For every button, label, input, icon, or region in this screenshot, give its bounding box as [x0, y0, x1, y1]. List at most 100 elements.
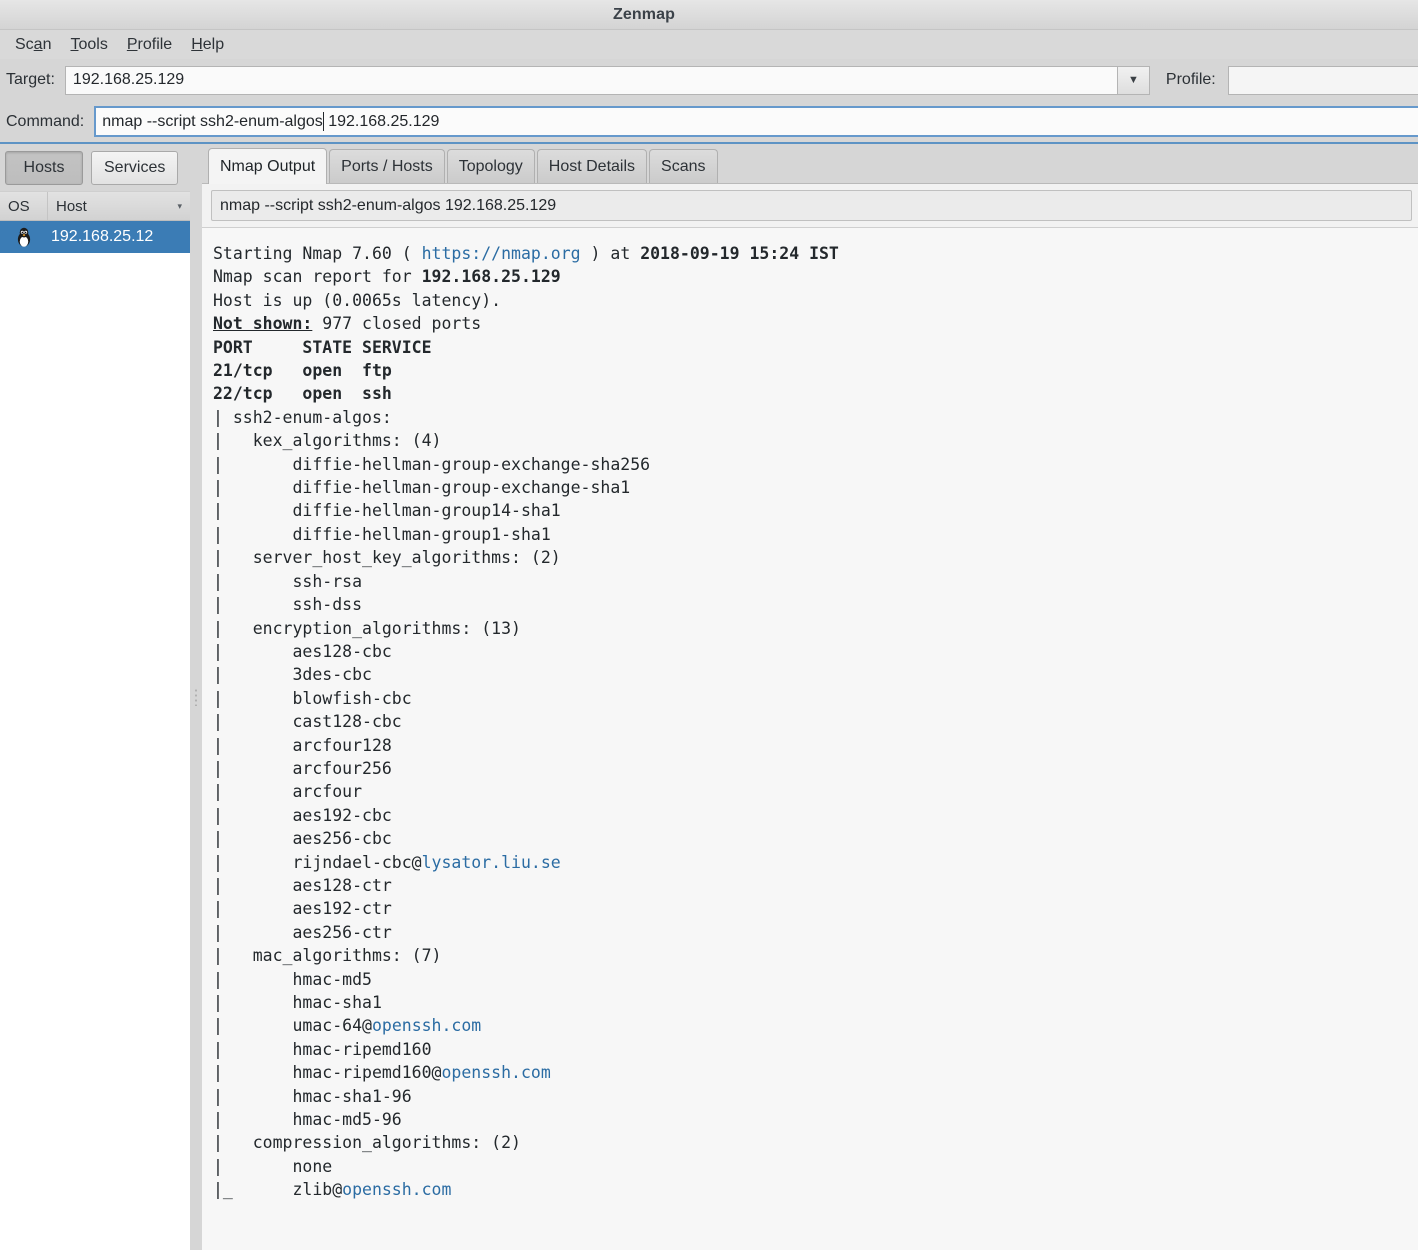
tab-bar: Nmap Output Ports / Hosts Topology Host Det… — [202, 144, 1418, 184]
host-list-item[interactable]: 192.168.25.12 — [0, 221, 190, 253]
tab-scans[interactable]: Scans — [649, 149, 718, 183]
chevron-down-icon[interactable]: ▼ — [1116, 65, 1150, 95]
output-line: | arcfour256 — [213, 757, 1418, 780]
menu-mnemonic: T — [70, 35, 79, 53]
sidebar-toggle-hosts[interactable]: Hosts — [5, 150, 83, 185]
output-text: PORT STATE SERVICE — [213, 337, 432, 357]
output-text: Nmap scan report for — [213, 267, 422, 287]
splitter-grip-icon — [194, 688, 198, 706]
hosts-services-toggle: Hosts Services — [0, 144, 190, 191]
output-text: | ssh-dss — [213, 595, 363, 615]
pane-splitter[interactable] — [190, 144, 202, 1250]
output-text: Not shown: — [213, 314, 313, 334]
output-line: Not shown: 977 closed ports — [213, 312, 1418, 335]
sidebar-toggle-services[interactable]: Services — [91, 150, 179, 185]
output-line: | kex_algorithms: (4) — [213, 429, 1418, 452]
tab-topology[interactable]: Topology — [446, 149, 535, 183]
output-text: | arcfour256 — [213, 758, 392, 778]
output-line: | diffie-hellman-group1-sha1 — [213, 523, 1418, 546]
output-line: | hmac-md5-96 — [213, 1108, 1418, 1131]
profile-input[interactable] — [1227, 65, 1418, 95]
output-text: | aes128-ctr — [213, 875, 392, 895]
output-text: 21/tcp open ftp — [213, 361, 392, 381]
output-text: | aes256-cbc — [213, 829, 392, 849]
zenmap-window: Zenmap ScanToolsProfileHelp Target: ▼ Pr… — [0, 0, 1418, 1250]
output-line: | compression_algorithms: (2) — [213, 1131, 1418, 1154]
output-line: | rijndael-cbc@lysator.liu.se — [213, 851, 1418, 874]
column-header-host[interactable]: Host ▾ — [48, 192, 190, 220]
output-text: 192.168.25.129 — [421, 267, 561, 287]
output-link[interactable]: openssh.com — [372, 1016, 481, 1035]
output-text: Starting Nmap 7.60 ( — [213, 244, 422, 263]
output-text: | diffie-hellman-group14-sha1 — [213, 501, 561, 521]
output-text: | ssh-rsa — [213, 571, 363, 591]
output-text: | rijndael-cbc@ — [213, 852, 422, 872]
command-text-after-caret: 192.168.25.129 — [323, 112, 440, 130]
output-link[interactable]: lysator.liu.se — [422, 853, 561, 872]
target-row: Target: ▼ Profile: — [0, 59, 1418, 101]
output-line: | 3des-cbc — [213, 663, 1418, 686]
target-combo[interactable]: ▼ — [64, 65, 1150, 95]
output-link[interactable]: openssh.com — [342, 1180, 451, 1199]
output-line: | aes256-ctr — [213, 921, 1418, 944]
output-text: | hmac-md5 — [213, 969, 372, 989]
menu-item-help[interactable]: Help — [182, 34, 234, 56]
output-text: | diffie-hellman-group-exchange-sha1 — [213, 478, 631, 498]
menu-bar: Scan Tools Profile Help — [0, 30, 1418, 59]
target-input[interactable] — [64, 65, 1117, 95]
menu-item-scan[interactable]: Scan — [6, 34, 61, 56]
tab-ports-hosts[interactable]: Ports / Hosts — [329, 149, 445, 183]
column-header-os[interactable]: OS — [0, 192, 48, 220]
title-bar: Zenmap — [0, 0, 1418, 30]
output-line: | diffie-hellman-group-exchange-sha1 — [213, 476, 1418, 499]
output-line: | server_host_key_algorithms: (2) — [213, 546, 1418, 569]
main-body: Hosts Services OS Host ▾ 192.168.25.12 Nm… — [0, 144, 1418, 1250]
output-line: | hmac-md5 — [213, 968, 1418, 991]
host-list-item-label: 192.168.25.12 — [51, 228, 154, 245]
output-link[interactable]: https://nmap.org — [422, 244, 581, 263]
output-text: | 3des-cbc — [213, 665, 372, 685]
output-text: 2018-09-19 15:24 IST — [640, 244, 839, 263]
output-text: 977 closed ports — [312, 314, 482, 334]
tab-nmap-output[interactable]: Nmap Output — [208, 148, 328, 184]
output-line: Nmap scan report for 192.168.25.129 — [213, 265, 1418, 288]
nmap-output-text[interactable]: Starting Nmap 7.60 ( https://nmap.org ) … — [202, 228, 1418, 1250]
window-title: Zenmap — [613, 5, 675, 23]
column-header-host-label: Host — [56, 197, 87, 215]
menu-item-tools[interactable]: Tools — [61, 34, 117, 56]
tab-host-details[interactable]: Host Details — [536, 149, 648, 183]
hosts-list: 192.168.25.12 — [0, 221, 190, 1250]
output-text: | cast128-cbc — [213, 712, 402, 732]
output-text: | none — [213, 1156, 333, 1176]
linux-penguin-icon — [0, 226, 48, 248]
output-text: | compression_algorithms: (2) — [213, 1133, 521, 1153]
output-text: | mac_algorithms: (7) — [213, 946, 442, 966]
menu-item-profile[interactable]: Profile — [118, 34, 182, 56]
command-row: Command: nmap --script ssh2-enum-algos 1… — [0, 101, 1418, 144]
output-line: | diffie-hellman-group-exchange-sha256 — [213, 453, 1418, 476]
output-text: 22/tcp open ssh — [213, 384, 392, 404]
output-line: | ssh-dss — [213, 593, 1418, 616]
output-line: Starting Nmap 7.60 ( https://nmap.org ) … — [213, 242, 1418, 265]
output-link[interactable]: openssh.com — [441, 1063, 550, 1082]
profile-label: Profile: — [1165, 71, 1216, 88]
output-pane: Nmap Output Ports / Hosts Topology Host Det… — [202, 144, 1418, 1250]
output-line: PORT STATE SERVICE — [213, 336, 1418, 359]
hosts-table-header: OS Host ▾ — [0, 192, 190, 221]
output-text: | kex_algorithms: (4) — [213, 431, 442, 451]
output-line: | ssh2-enum-algos: — [213, 406, 1418, 429]
output-text: Host is up (0.0065s latency). — [213, 290, 502, 310]
output-line: | hmac-sha1 — [213, 991, 1418, 1014]
output-text: | arcfour — [213, 782, 363, 802]
output-line: | ssh-rsa — [213, 570, 1418, 593]
output-line: | hmac-sha1-96 — [213, 1085, 1418, 1108]
output-line: | aes256-cbc — [213, 827, 1418, 850]
command-input[interactable]: nmap --script ssh2-enum-algos 192.168.25… — [94, 106, 1418, 137]
output-text: | encryption_algorithms: (13) — [213, 618, 521, 638]
menu-mnemonic: H — [191, 35, 203, 53]
output-text: ) at — [580, 244, 641, 263]
sort-caret-icon: ▾ — [177, 200, 182, 211]
command-display[interactable]: nmap --script ssh2-enum-algos 192.168.25… — [211, 190, 1412, 221]
output-text: | hmac-ripemd160 — [213, 1039, 432, 1059]
menu-mnemonic: P — [126, 35, 138, 53]
